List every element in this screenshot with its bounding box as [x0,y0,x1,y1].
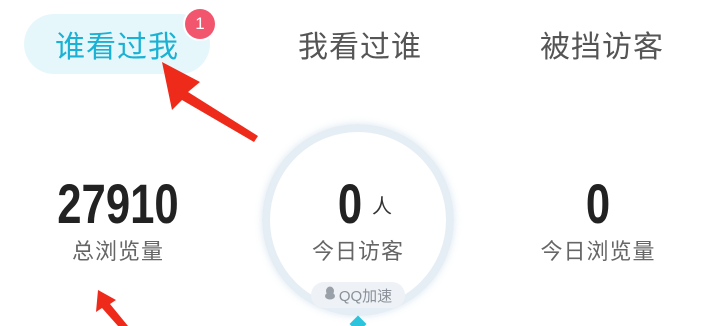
qq-boost-label: QQ加速 [338,287,393,305]
visitor-stats-screen: 谁看过我 1 我看过谁 被挡访客 27910 总浏览量 0 人 今日访客 0 今… [0,0,716,326]
tab-who-viewed-me[interactable]: 谁看过我 [24,14,210,74]
qq-penguin-icon [324,286,336,304]
qq-boost-button[interactable]: QQ加速 [311,282,405,308]
today-visitors-unit: 人 [372,194,392,218]
total-views-label: 总浏览量 [71,240,164,265]
today-views-value: 0 [585,172,611,235]
today-views-label: 今日浏览量 [540,240,656,265]
tab-who-i-viewed[interactable]: 我看过谁 [280,14,440,74]
tab-who-i-viewed-label: 我看过谁 [298,30,422,65]
annotation-arrow-top [162,62,258,142]
today-visitors-label: 今日访客 [311,240,404,265]
total-views-value: 27910 [57,172,179,235]
tab-blocked-visitors-label: 被挡访客 [540,30,664,65]
annotation-arrow-bottom [96,290,128,326]
ring-indicator [349,315,367,326]
unread-badge: 1 [185,9,215,39]
tab-blocked-visitors[interactable]: 被挡访客 [522,14,682,74]
unread-badge-count: 1 [195,14,205,33]
tab-who-viewed-me-label: 谁看过我 [55,30,179,65]
